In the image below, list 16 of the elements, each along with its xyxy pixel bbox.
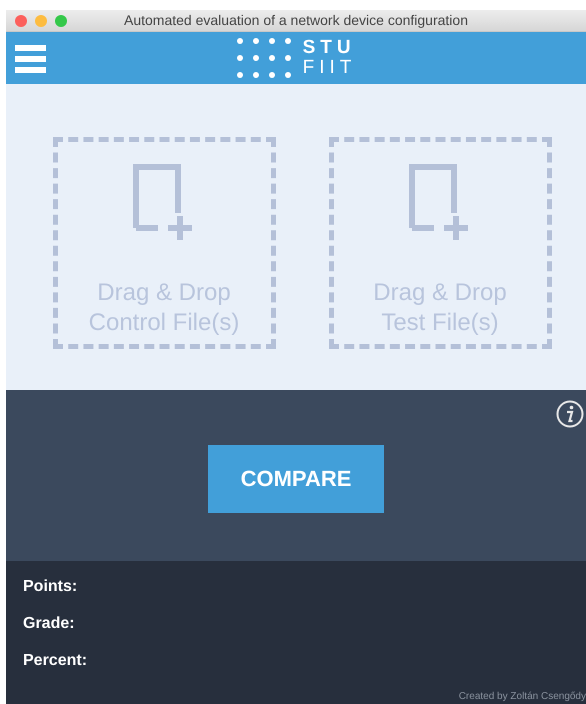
window-title: Automated evaluation of a network device configuration — [124, 12, 468, 28]
minimize-button[interactable] — [35, 14, 47, 26]
logo-text: STU — [302, 38, 356, 58]
add-file-icon — [409, 164, 471, 240]
add-file-icon — [133, 164, 195, 240]
zoom-button[interactable] — [55, 14, 67, 26]
info-icon[interactable] — [556, 400, 584, 428]
dots-logo-icon — [236, 36, 293, 79]
logo-subtext: FIIT — [302, 58, 356, 78]
menu-button[interactable] — [15, 43, 46, 74]
result-label: Percent: — [23, 652, 88, 669]
result-label: Points: — [23, 578, 78, 595]
close-button[interactable] — [15, 14, 27, 26]
result-label: Grade: — [23, 615, 75, 632]
compare-button[interactable]: COMPARE — [208, 444, 384, 513]
credit-text: Created by Zoltán Csengődy — [458, 690, 586, 704]
